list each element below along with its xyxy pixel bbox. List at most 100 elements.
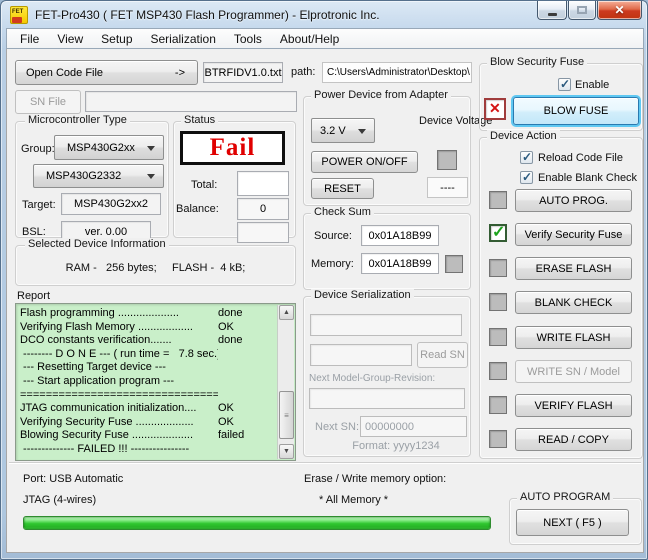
menu-setup[interactable]: Setup (92, 30, 141, 48)
auto-prog-button[interactable]: AUTO PROG. (515, 189, 632, 212)
target-value-field: MSP430G2xx2 (61, 193, 161, 215)
checksum-source-field: 0x01A18B99 (361, 225, 439, 246)
arrow-right-icon: -> (174, 66, 185, 79)
report-line: -------- D O N E --- ( run time = 7.8 se… (20, 347, 218, 360)
open-code-file-button[interactable]: Open Code File -> (15, 60, 198, 85)
device-voltage-indicator (437, 150, 457, 170)
minimize-icon (547, 13, 557, 16)
status-group-title: Status (181, 114, 219, 126)
balance-field: 0 (237, 198, 289, 220)
blank-check-button[interactable]: BLANK CHECK (515, 291, 632, 314)
report-box: Flash programming .................... do… (15, 303, 296, 461)
write-flash-button[interactable]: WRITE FLASH (515, 326, 632, 349)
verify-flash-indicator (489, 396, 507, 414)
write-sn-model-button[interactable]: WRITE SN / Model (515, 360, 632, 383)
total-label: Total: (191, 179, 218, 191)
jtag-mode-label: JTAG (4-wires) (23, 494, 97, 506)
scroll-down-icon[interactable]: ▼ (279, 444, 294, 459)
read-sn-button[interactable]: Read SN (417, 342, 468, 368)
sn-file-field (85, 91, 297, 112)
progress-fill (24, 517, 490, 529)
reload-code-file-label: Reload Code File (538, 152, 623, 164)
erase-option-label: Erase / Write memory option: (304, 473, 447, 485)
device-action-group-title: Device Action (487, 130, 560, 142)
read-copy-indicator (489, 430, 507, 448)
close-button[interactable]: ✕ (597, 1, 642, 20)
blow-fuse-group-title: Blow Security Fuse (487, 56, 588, 68)
auto-program-group-title: AUTO PROGRAM (517, 491, 614, 503)
code-file-name-field: BTRFIDV1.0.txt (203, 62, 283, 83)
balance-label: Balance: (176, 203, 219, 215)
sn-format-label: Format: yyyy1234 (352, 440, 440, 452)
status-extra-field (237, 222, 289, 243)
report-log: Flash programming .................... do… (20, 307, 275, 457)
serialization-group-title: Device Serialization (311, 289, 414, 301)
next-sn-label: Next SN: (315, 421, 360, 433)
erase-flash-button[interactable]: ERASE FLASH (515, 257, 632, 280)
scrollbar-thumb[interactable]: ≡ (279, 391, 294, 439)
report-line: ====================================== (20, 388, 218, 401)
enable-blank-check-checkbox[interactable] (520, 170, 533, 184)
voltage-combo[interactable]: 3.2 V (311, 118, 375, 143)
voltage-reading-field: ---- (427, 177, 468, 198)
serial-field-1[interactable] (310, 314, 462, 336)
next-sn-field[interactable]: 00000000 (360, 416, 467, 437)
mcu-group-combo[interactable]: MSP430G2xx (54, 135, 164, 160)
scroll-up-icon[interactable]: ▲ (279, 305, 294, 320)
device-info-group-title: Selected Device Information (25, 238, 169, 250)
serial-field-2[interactable] (310, 344, 412, 366)
mcu-group-label: Group: (21, 143, 55, 155)
enable-blank-check-label: Enable Blank Check (538, 172, 638, 184)
port-status-label: Port: USB Automatic (23, 473, 124, 485)
title-bar[interactable]: FET FET-Pro430 ( FET MSP430 Flash Progra… (1, 1, 648, 29)
verify-flash-button[interactable]: VERIFY FLASH (515, 394, 632, 417)
close-icon: ✕ (614, 3, 625, 17)
footer-separator (9, 462, 641, 464)
total-field[interactable] (237, 171, 289, 196)
window-title: FET-Pro430 ( FET MSP430 Flash Programmer… (35, 8, 380, 22)
blow-fuse-enable-checkbox[interactable] (558, 77, 571, 91)
power-on-off-button[interactable]: POWER ON/OFF (311, 151, 418, 173)
minimize-button[interactable] (537, 1, 567, 20)
blow-fuse-fail-indicator (484, 98, 506, 120)
report-scrollbar[interactable]: ▲ ≡ ▼ (277, 305, 294, 459)
report-line: Flash programming .................... do… (20, 307, 243, 319)
next-f5-button[interactable]: NEXT ( F5 ) (516, 509, 629, 536)
target-label: Target: (22, 199, 56, 211)
app-icon: FET (10, 6, 28, 24)
device-info-value: RAM - 256 bytes; FLASH - 4 kB; (65, 262, 246, 274)
device-voltage-label: Device Voltage (419, 115, 493, 127)
report-label: Report (17, 290, 51, 302)
path-field: C:\Users\Administrator\Desktop\ (322, 62, 472, 83)
checksum-match-indicator (445, 255, 463, 273)
power-group-title: Power Device from Adapter (311, 89, 451, 101)
verify-security-fuse-button[interactable]: Verify Security Fuse (515, 223, 632, 246)
next-model-field[interactable] (309, 388, 465, 409)
menu-serialization[interactable]: Serialization (142, 30, 225, 48)
path-label: path: (291, 66, 316, 78)
menu-about-help[interactable]: About/Help (271, 30, 348, 48)
bsl-label: BSL: (22, 226, 46, 238)
menu-view[interactable]: View (48, 30, 92, 48)
menu-file[interactable]: File (11, 30, 48, 48)
verify-fuse-indicator (489, 222, 507, 242)
checksum-source-label: Source: (314, 230, 352, 242)
blow-fuse-button[interactable]: BLOW FUSE (513, 97, 639, 125)
read-copy-button[interactable]: READ / COPY (515, 428, 632, 451)
chevron-down-icon (147, 174, 155, 179)
write-flash-indicator (489, 328, 507, 346)
erase-option-value: * All Memory * (319, 494, 389, 506)
status-value: Fail (209, 134, 256, 161)
mcu-type-group-title: Microcontroller Type (25, 114, 130, 126)
checksum-memory-field: 0x01A18B99 (361, 253, 439, 274)
reset-button[interactable]: RESET (311, 178, 374, 199)
menu-tools[interactable]: Tools (225, 30, 271, 48)
menu-bar: File View Setup Serialization Tools Abou… (6, 28, 644, 49)
report-line: Verifying Flash Memory .................… (20, 320, 234, 333)
reload-code-file-checkbox[interactable] (520, 150, 533, 164)
erase-flash-indicator (489, 259, 507, 277)
sn-file-button[interactable]: SN File (15, 90, 81, 114)
mcu-model-combo[interactable]: MSP430G2332 (33, 164, 164, 188)
write-sn-indicator (489, 362, 507, 380)
maximize-button[interactable] (568, 1, 596, 20)
